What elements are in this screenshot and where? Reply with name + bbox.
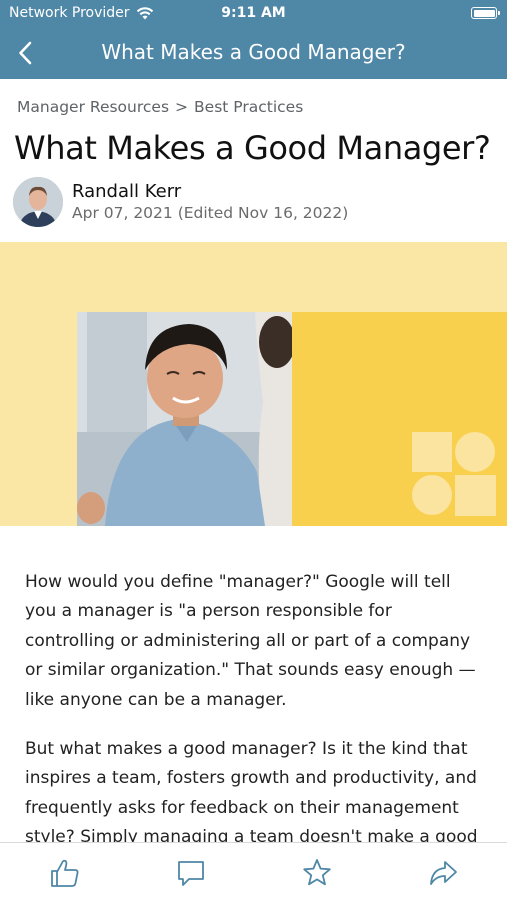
favorite-button[interactable] xyxy=(297,853,337,893)
nav-bar: What Makes a Good Manager? xyxy=(0,28,507,79)
share-button[interactable] xyxy=(423,853,463,893)
article-title: What Makes a Good Manager? xyxy=(14,129,491,167)
app-header: Network Provider 9:11 AM What Makes a Go… xyxy=(0,0,507,79)
author-photo xyxy=(13,177,63,227)
nav-title: What Makes a Good Manager? xyxy=(101,40,406,64)
breadcrumb-separator: > xyxy=(175,98,189,116)
like-button[interactable] xyxy=(45,853,85,893)
hero-photo xyxy=(77,312,292,526)
share-icon xyxy=(430,861,457,885)
breadcrumb-item-manager-resources[interactable]: Manager Resources xyxy=(17,98,169,116)
battery-icon xyxy=(471,7,500,19)
paragraph: But what makes a good manager? Is it the… xyxy=(25,739,478,848)
article-date: Apr 07, 2021 (Edited Nov 16, 2022) xyxy=(72,204,349,222)
breadcrumb-item-best-practices[interactable]: Best Practices xyxy=(194,98,303,116)
comment-icon xyxy=(178,861,204,886)
breadcrumb: Manager Resources > Best Practices xyxy=(17,98,303,116)
avatar[interactable] xyxy=(13,177,63,227)
thumbs-up-icon xyxy=(51,859,79,887)
comment-button[interactable] xyxy=(171,853,211,893)
hero-yellow-block xyxy=(292,312,507,526)
star-icon xyxy=(303,859,331,886)
author-name[interactable]: Randall Kerr xyxy=(72,181,181,202)
geometric-shapes xyxy=(412,432,496,516)
bottom-toolbar xyxy=(0,842,507,900)
status-bar: Network Provider 9:11 AM xyxy=(0,0,507,28)
status-time: 9:11 AM xyxy=(221,5,286,21)
article-body: How would you define "manager?" Google w… xyxy=(25,568,485,873)
hero-image xyxy=(0,242,507,526)
paragraph: How would you define "manager?" Google w… xyxy=(25,572,476,710)
